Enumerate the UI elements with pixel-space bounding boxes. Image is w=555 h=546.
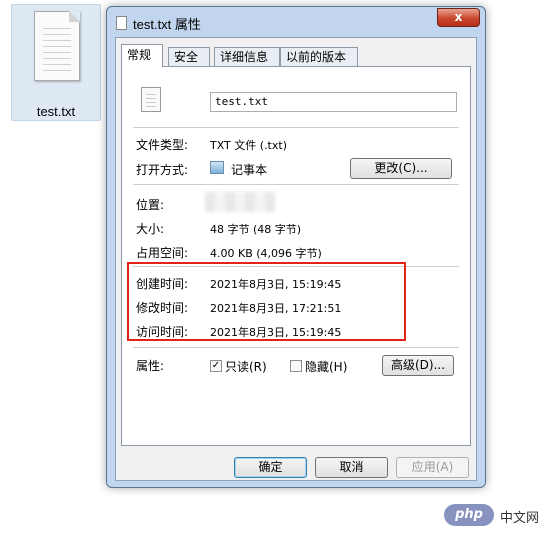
notepad-icon xyxy=(210,161,224,174)
change-button[interactable]: 更改(C)... xyxy=(350,158,452,179)
watermark-text: 中文网 xyxy=(500,511,540,526)
divider xyxy=(133,127,459,128)
cancel-button[interactable]: 取消 xyxy=(315,457,388,478)
readonly-label[interactable]: 只读(R) xyxy=(225,358,267,375)
php-cn-watermark: php 中文网 xyxy=(444,504,544,526)
location-label: 位置: xyxy=(136,198,165,212)
close-button[interactable]: x xyxy=(437,8,480,27)
text-file-icon xyxy=(34,11,80,81)
desktop-file-test-txt[interactable]: test.txt xyxy=(11,4,101,121)
created-label: 创建时间: xyxy=(136,277,189,291)
disk-size-value: 4.00 KB (4,096 字节) xyxy=(210,247,322,260)
accessed-value: 2021年8月3日, 15:19:45 xyxy=(210,326,342,339)
file-type-value: TXT 文件 (.txt) xyxy=(210,139,287,152)
title-bar[interactable]: test.txt 属性 x xyxy=(107,7,485,37)
divider xyxy=(133,347,459,348)
modified-value: 2021年8月3日, 17:21:51 xyxy=(210,302,342,315)
hidden-checkbox[interactable] xyxy=(290,360,302,372)
window-title: test.txt 属性 xyxy=(133,17,201,32)
modified-label: 修改时间: xyxy=(136,301,189,315)
attributes-label: 属性: xyxy=(136,359,165,373)
file-type-label: 文件类型: xyxy=(136,138,189,152)
tab-previous-versions[interactable]: 以前的版本 xyxy=(280,47,358,66)
size-value: 48 字节 (48 字节) xyxy=(210,223,302,236)
open-with-label: 打开方式: xyxy=(136,163,189,177)
advanced-button[interactable]: 高级(D)... xyxy=(382,355,454,376)
tab-general[interactable]: 常规 xyxy=(121,44,163,67)
size-label: 大小: xyxy=(136,222,165,236)
disk-size-label: 占用空间: xyxy=(136,246,189,260)
divider xyxy=(133,184,459,185)
readonly-checkbox[interactable]: ✓ xyxy=(210,360,222,372)
php-logo: php xyxy=(444,504,494,526)
file-name-input[interactable]: test.txt xyxy=(210,92,457,112)
apply-button[interactable]: 应用(A) xyxy=(396,457,469,478)
hidden-label[interactable]: 隐藏(H) xyxy=(305,358,347,375)
accessed-label: 访问时间: xyxy=(136,325,189,339)
open-with-value: 记事本 xyxy=(231,163,268,177)
file-title-icon xyxy=(116,16,127,30)
properties-window: test.txt 属性 x 常规 安全 详细信息 以前的版本 test.txt … xyxy=(106,6,486,488)
tab-details[interactable]: 详细信息 xyxy=(214,47,280,66)
dialog-client: 常规 安全 详细信息 以前的版本 test.txt 文件类型: TXT 文件 (… xyxy=(115,37,477,481)
general-panel: test.txt 文件类型: TXT 文件 (.txt) 打开方式: 记事本 更… xyxy=(121,66,471,446)
created-value: 2021年8月3日, 15:19:45 xyxy=(210,278,342,291)
location-value-redacted xyxy=(205,192,275,212)
file-icon xyxy=(141,87,161,112)
tab-security[interactable]: 安全 xyxy=(168,47,210,66)
ok-button[interactable]: 确定 xyxy=(234,457,307,478)
desktop-file-name: test.txt xyxy=(36,104,76,119)
